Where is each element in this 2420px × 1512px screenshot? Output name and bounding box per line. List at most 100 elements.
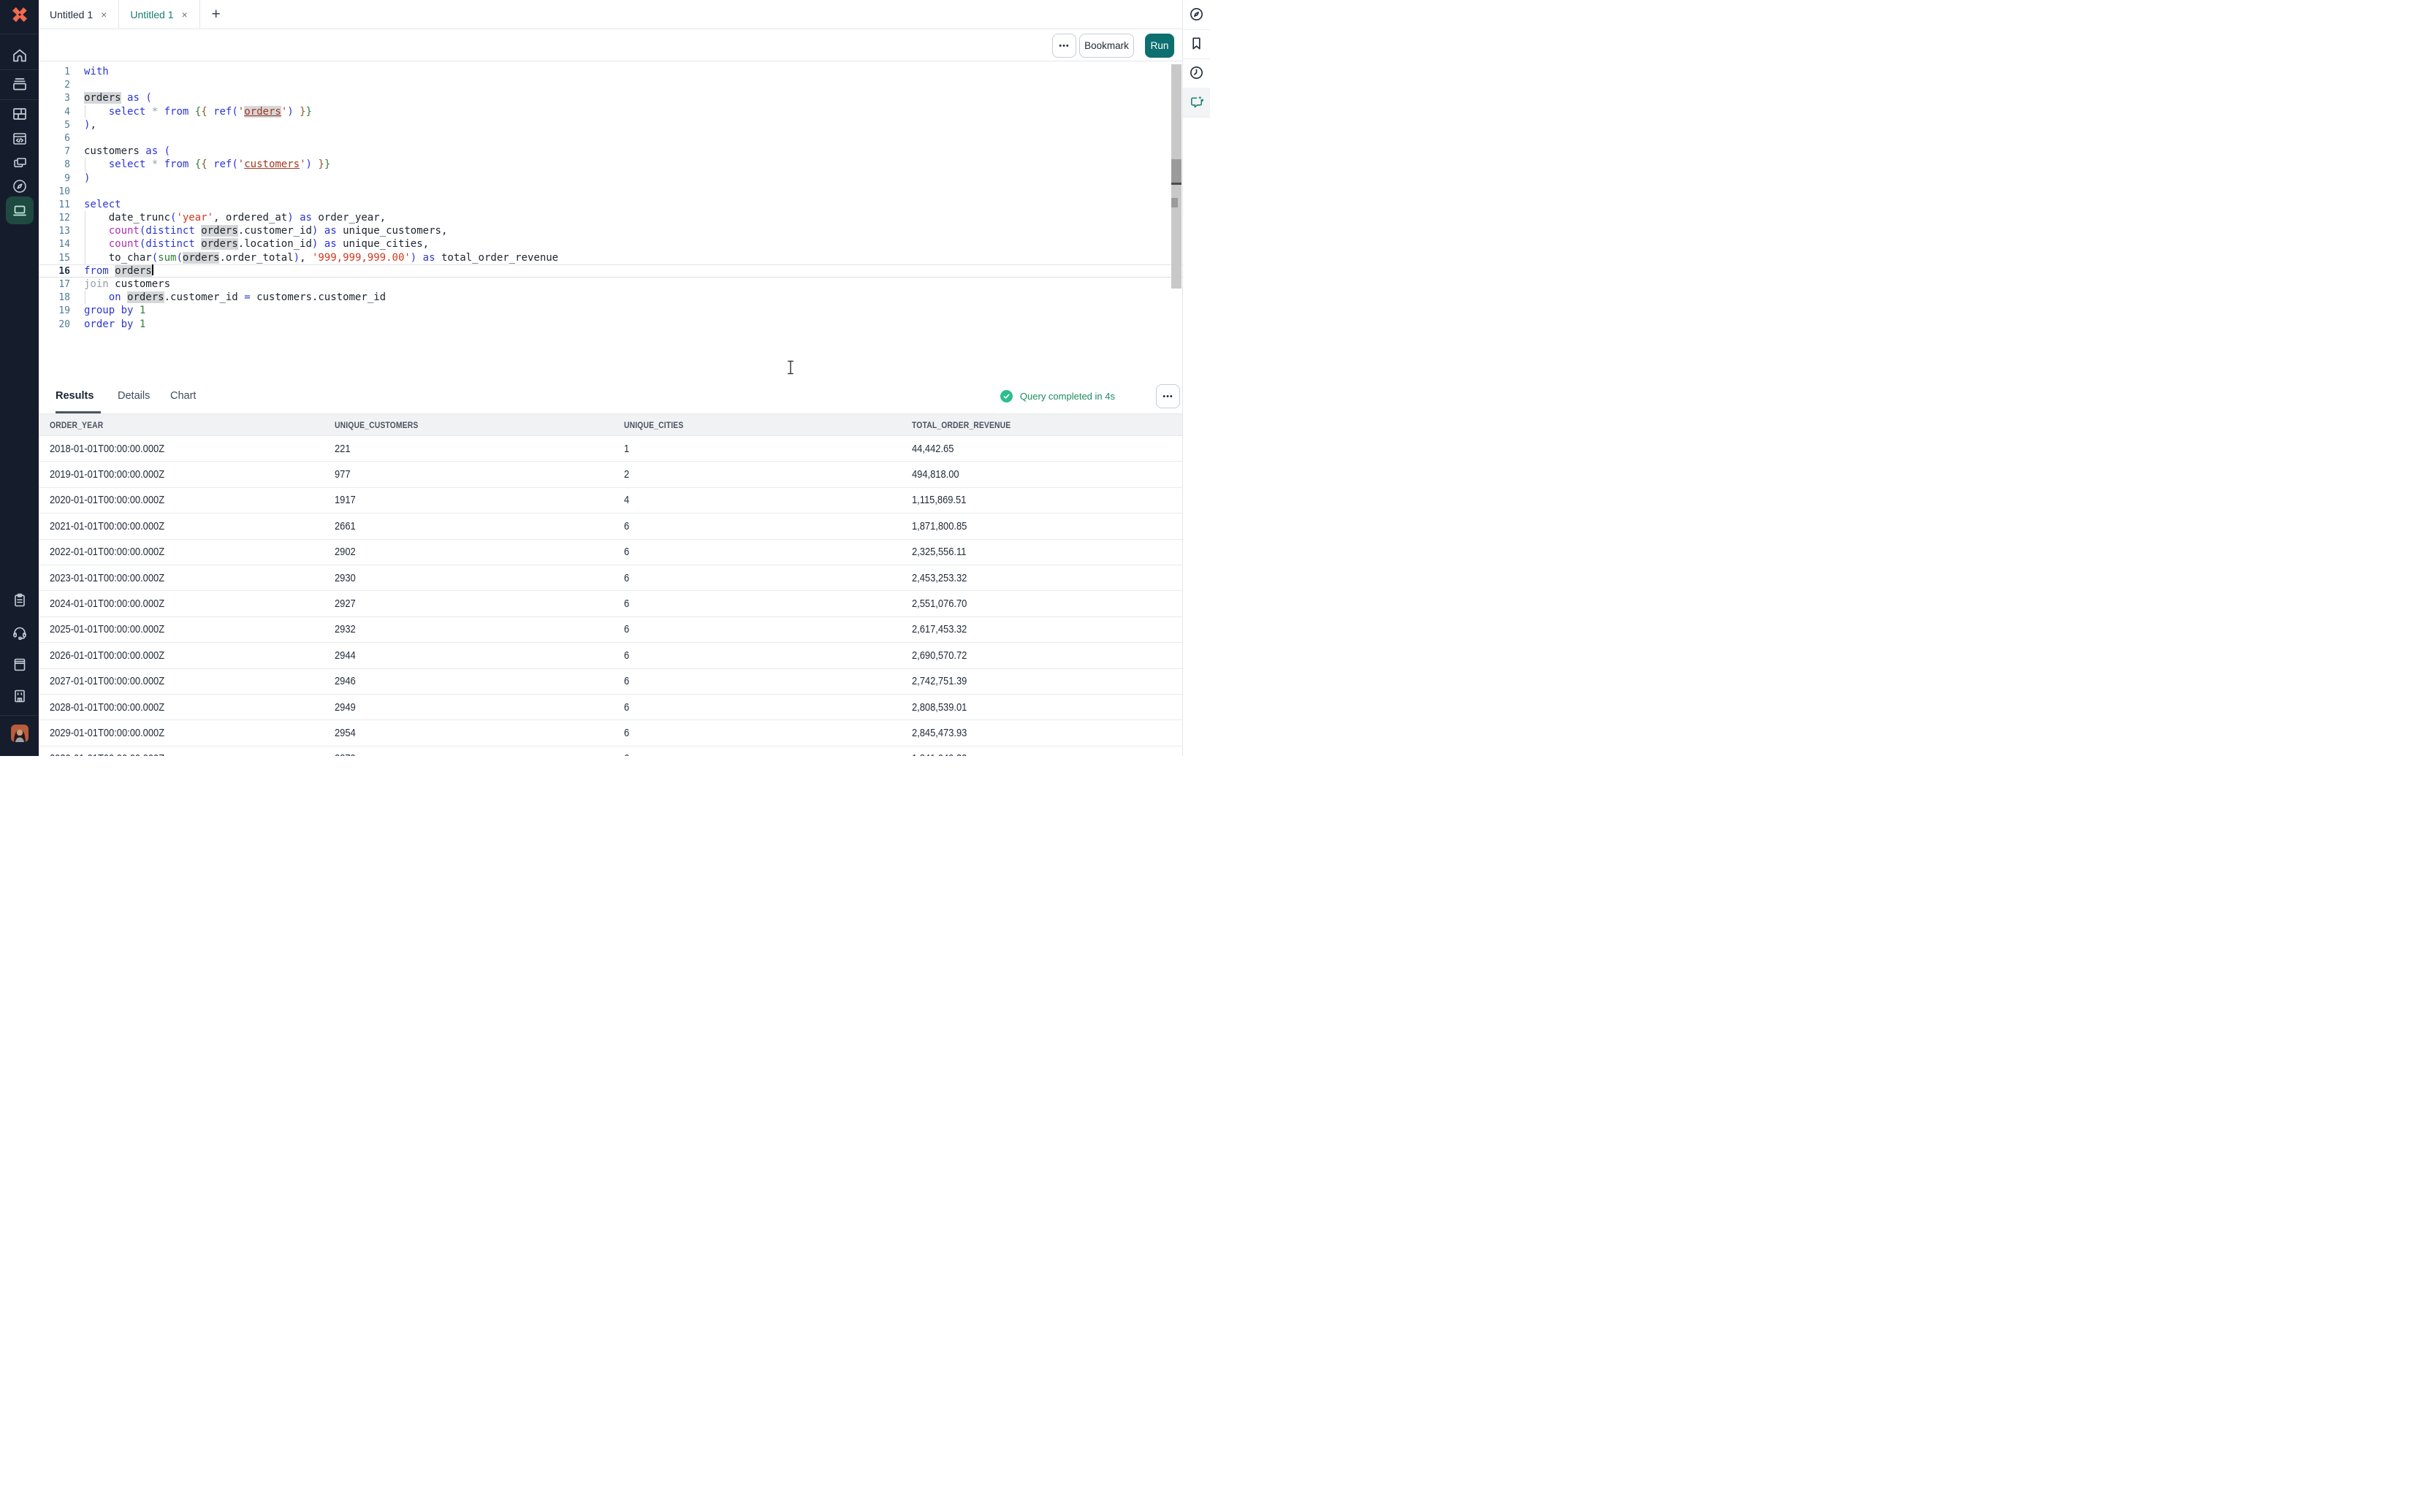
column-header-unique_customers[interactable]: UNIQUE_CUSTOMERS xyxy=(335,420,624,430)
new-tab-button[interactable]: + xyxy=(200,0,232,28)
table-row-13[interactable]: 2030-01-01T00:00:00.000Z287961,841,049.3… xyxy=(39,747,1182,756)
editor-scrollbar-thumb[interactable] xyxy=(1171,159,1182,183)
close-icon[interactable]: × xyxy=(182,9,188,20)
cell-value: 494,818.00 xyxy=(912,468,959,481)
run-button[interactable]: Run xyxy=(1145,34,1174,58)
close-icon[interactable]: × xyxy=(101,9,107,20)
sidebar-item-home[interactable] xyxy=(0,47,39,64)
code-line-9[interactable]: 9) xyxy=(39,172,1182,185)
query-status: Query completed in 4s xyxy=(1000,378,1115,414)
line-number: 2 xyxy=(39,79,70,92)
column-header-total_order_revenue[interactable]: TOTAL_ORDER_REVENUE xyxy=(912,420,1182,430)
editor-tab-1[interactable]: Untitled 1× xyxy=(39,0,119,28)
code-line-17[interactable]: 17join customers xyxy=(39,278,1182,291)
code-line-13[interactable]: 13 count(distinct orders.customer_id) as… xyxy=(39,224,1182,237)
sidebar-item-code-editor[interactable] xyxy=(0,130,39,148)
more-options-button[interactable]: ••• xyxy=(1052,34,1076,58)
divider xyxy=(0,69,39,70)
table-row-8[interactable]: 2025-01-01T00:00:00.000Z293262,617,453.3… xyxy=(39,617,1182,643)
cell-value: 2946 xyxy=(335,675,356,687)
line-number: 15 xyxy=(39,252,70,265)
sidebar-item-organization[interactable] xyxy=(0,687,39,705)
code-line-4[interactable]: 4 select * from {{ ref('orders') }} xyxy=(39,105,1182,118)
sidebar-item-terminal-active[interactable] xyxy=(0,202,39,219)
line-number: 17 xyxy=(39,278,70,291)
sidebar-item-apps[interactable] xyxy=(0,154,39,172)
table-row-5[interactable]: 2022-01-01T00:00:00.000Z290262,325,556.1… xyxy=(39,540,1182,565)
table-row-12[interactable]: 2029-01-01T00:00:00.000Z295462,845,473.9… xyxy=(39,720,1182,746)
code-line-5[interactable]: 5), xyxy=(39,118,1182,131)
ellipsis-icon: ••• xyxy=(1163,392,1173,401)
sidebar-item-projects[interactable] xyxy=(0,75,39,93)
table-row-10[interactable]: 2027-01-01T00:00:00.000Z294662,742,751.3… xyxy=(39,669,1182,695)
building-icon xyxy=(11,687,28,705)
code-line-16[interactable]: 16from orders xyxy=(39,264,1182,278)
table-cell: 2024-01-01T00:00:00.000Z xyxy=(50,597,335,610)
table-row-4[interactable]: 2021-01-01T00:00:00.000Z266161,871,800.8… xyxy=(39,513,1182,539)
code-line-3[interactable]: 3orders as ( xyxy=(39,91,1182,104)
sidebar-item-docs[interactable] xyxy=(0,656,39,673)
editor-tab-2[interactable]: Untitled 1× xyxy=(119,0,199,28)
right-item-explore[interactable] xyxy=(1182,6,1210,23)
run-button-label: Run xyxy=(1151,40,1169,51)
code-line-19[interactable]: 19group by 1 xyxy=(39,304,1182,317)
code-line-20[interactable]: 20order by 1 xyxy=(39,318,1182,331)
table-cell: 6 xyxy=(624,649,912,662)
code-line-11[interactable]: 11select xyxy=(39,198,1182,211)
right-item-ai-assistant[interactable] xyxy=(1182,93,1210,110)
left-sidebar xyxy=(0,0,39,756)
column-header-label: ORDER_YEAR xyxy=(50,420,103,430)
cell-value: 6 xyxy=(624,546,629,558)
table-row-11[interactable]: 2028-01-01T00:00:00.000Z294962,808,539.0… xyxy=(39,695,1182,720)
table-row-9[interactable]: 2026-01-01T00:00:00.000Z294462,690,570.7… xyxy=(39,643,1182,668)
cell-value: 2030-01-01T00:00:00.000Z xyxy=(50,752,164,756)
table-row-3[interactable]: 2020-01-01T00:00:00.000Z191741,115,869.5… xyxy=(39,488,1182,513)
code-line-15[interactable]: 15 to_char(sum(orders.order_total), '999… xyxy=(39,251,1182,264)
code-line-1[interactable]: 1with xyxy=(39,65,1182,78)
code-line-6[interactable]: 6 xyxy=(39,131,1182,145)
code-text: select * from {{ ref('orders') }} xyxy=(84,105,312,118)
table-row-2[interactable]: 2019-01-01T00:00:00.000Z9772494,818.00 xyxy=(39,462,1182,487)
table-cell: 2026-01-01T00:00:00.000Z xyxy=(50,649,335,662)
column-header-order_year[interactable]: ORDER_YEAR xyxy=(50,420,335,430)
right-item-history[interactable] xyxy=(1182,64,1210,81)
code-text: orders as ( xyxy=(84,91,152,104)
text-caret xyxy=(152,264,153,275)
table-row-7[interactable]: 2024-01-01T00:00:00.000Z292762,551,076.7… xyxy=(39,591,1182,616)
results-tab-chart[interactable]: Chart xyxy=(170,378,196,414)
results-tab-results[interactable]: Results xyxy=(56,378,94,414)
cell-value: 2,551,076.70 xyxy=(912,597,967,610)
results-tab-details[interactable]: Details xyxy=(118,378,150,414)
sidebar-item-changelog[interactable] xyxy=(0,592,39,609)
cell-value: 6 xyxy=(624,649,629,662)
column-header-unique_cities[interactable]: UNIQUE_CITIES xyxy=(624,420,912,430)
line-number: 10 xyxy=(39,186,70,199)
code-text: ) xyxy=(84,172,90,185)
code-line-2[interactable]: 2 xyxy=(39,78,1182,91)
app-logo[interactable] xyxy=(0,0,39,29)
sql-editor[interactable]: 1with23orders as (4 select * from {{ ref… xyxy=(39,61,1182,378)
results-more-button[interactable]: ••• xyxy=(1156,384,1180,408)
windows-overlap-icon xyxy=(11,154,28,172)
cell-value: 2023-01-01T00:00:00.000Z xyxy=(50,572,164,584)
code-line-10[interactable]: 10 xyxy=(39,185,1182,198)
code-line-12[interactable]: 12 date_trunc('year', ordered_at) as ord… xyxy=(39,211,1182,224)
code-line-8[interactable]: 8 select * from {{ ref('customers') }} xyxy=(39,158,1182,171)
table-row-6[interactable]: 2023-01-01T00:00:00.000Z293062,453,253.3… xyxy=(39,565,1182,591)
cell-value: 6 xyxy=(624,675,629,687)
sidebar-item-support[interactable] xyxy=(0,624,39,641)
code-text: date_trunc('year', ordered_at) as order_… xyxy=(84,211,386,224)
column-header-label: UNIQUE_CITIES xyxy=(624,420,683,430)
user-avatar[interactable] xyxy=(0,725,39,742)
right-item-bookmarks[interactable] xyxy=(1182,35,1210,52)
code-line-7[interactable]: 7customers as ( xyxy=(39,145,1182,158)
table-row-1[interactable]: 2018-01-01T00:00:00.000Z221144,442.65 xyxy=(39,436,1182,462)
dashboard-grid-icon xyxy=(11,105,28,123)
editor-scrollbar-track[interactable] xyxy=(1171,64,1182,289)
code-line-18[interactable]: 18 on orders.customer_id = customers.cus… xyxy=(39,291,1182,304)
table-cell: 2019-01-01T00:00:00.000Z xyxy=(50,468,335,481)
bookmark-button[interactable]: Bookmark xyxy=(1079,34,1134,58)
sidebar-item-dashboards[interactable] xyxy=(0,105,39,123)
code-line-14[interactable]: 14 count(distinct orders.location_id) as… xyxy=(39,237,1182,251)
sidebar-item-explore[interactable] xyxy=(0,177,39,195)
